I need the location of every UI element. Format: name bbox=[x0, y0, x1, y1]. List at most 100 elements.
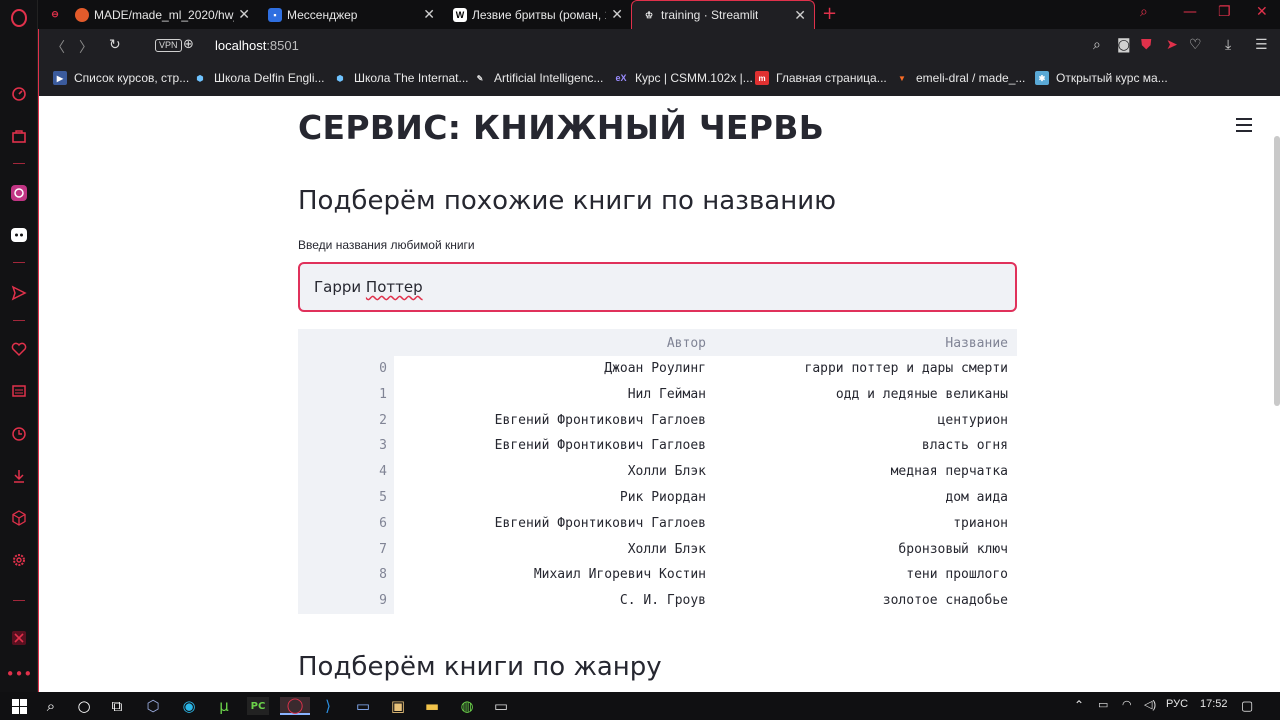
reload-icon[interactable]: ↻ bbox=[109, 37, 121, 53]
volume-icon[interactable]: ◁) bbox=[1144, 698, 1156, 711]
table-row: 9 С. И. Гроув золотое снадобье bbox=[298, 588, 1017, 614]
clock[interactable]: 17:52 bbox=[1200, 698, 1228, 710]
search-tabs-icon[interactable]: ⌕ bbox=[1140, 4, 1148, 20]
column-header-title[interactable]: Название bbox=[945, 336, 1008, 351]
snapshot-camera-icon[interactable]: ◙ bbox=[1117, 37, 1131, 53]
github-favicon-icon bbox=[75, 7, 89, 22]
title-cell: власть огня bbox=[921, 438, 1008, 454]
address-bar: 〈 〉 ↻ VPN ⊕ localhost:8501 ⌕ ◙ ⛊ ➤ ♡ ⤓ ☰ bbox=[38, 29, 1280, 63]
snap-icon[interactable] bbox=[8, 627, 30, 649]
bookmark-item[interactable]: eX Курс | CSMM.102x |... bbox=[614, 71, 752, 85]
search-icon[interactable]: ⌕ bbox=[40, 697, 62, 715]
new-tab-plus-icon[interactable]: + bbox=[822, 3, 837, 24]
app-cube-icon[interactable]: ⬡ bbox=[142, 697, 164, 715]
wifi-icon[interactable]: ◠ bbox=[1122, 698, 1132, 711]
search-page-icon[interactable]: ⌕ bbox=[1093, 37, 1101, 53]
close-tab-icon[interactable]: ✕ bbox=[611, 6, 623, 23]
input-value: Гарри Поттер bbox=[314, 278, 423, 296]
opera-logo-icon[interactable] bbox=[8, 7, 30, 29]
page-scrollbar[interactable] bbox=[1274, 136, 1280, 406]
task-view-icon[interactable]: ⧉ bbox=[106, 697, 128, 715]
tab-0[interactable]: ⊖ MADE/made_ml_2020/hw_ ✕ bbox=[38, 0, 258, 29]
bookmark-item[interactable]: ⬢ Школа The Internat... bbox=[333, 71, 469, 85]
author-cell: Нил Гейман bbox=[627, 386, 706, 402]
shopping-bag-icon[interactable] bbox=[8, 125, 30, 147]
notifications-icon[interactable]: ▢ bbox=[1241, 698, 1253, 714]
opera-taskbar-icon[interactable]: ◯ bbox=[280, 696, 310, 715]
windows-start-icon[interactable] bbox=[8, 697, 30, 715]
tab-1[interactable]: ▪ Мессенджер ✕ bbox=[258, 0, 443, 29]
bookmark-item[interactable]: ✱ Открытый курс ма... bbox=[1035, 71, 1168, 85]
downloads-icon[interactable]: ⤓ bbox=[1225, 37, 1231, 53]
green-app-icon[interactable]: ◍ bbox=[456, 697, 478, 715]
bookmark-item[interactable]: m Главная страница... bbox=[755, 71, 887, 85]
author-cell: С. И. Гроув bbox=[619, 593, 706, 609]
table-row: 3 Евгений Фронтикович Гаглоев власть огня bbox=[298, 433, 1017, 459]
tab-title: Мессенджер bbox=[287, 7, 358, 22]
news-icon[interactable] bbox=[8, 380, 30, 402]
author-cell: Джоан Роулинг bbox=[604, 361, 706, 376]
close-tab-icon[interactable]: ✕ bbox=[423, 6, 435, 23]
utorrent-icon[interactable]: µ bbox=[213, 697, 235, 715]
language-indicator[interactable]: РУС bbox=[1166, 698, 1188, 710]
title-cell: дом аида bbox=[945, 489, 1008, 505]
history-clock-icon[interactable] bbox=[8, 423, 30, 445]
minimize-icon[interactable]: — bbox=[1183, 4, 1197, 20]
settings-gear-icon[interactable] bbox=[8, 549, 30, 571]
bookmark-label: Школа Delfin Engli... bbox=[214, 71, 325, 85]
edge-icon[interactable]: ◉ bbox=[178, 697, 200, 715]
bookmark-item[interactable]: ▼ emeli-dral / made_... bbox=[895, 71, 1025, 85]
file-explorer-icon[interactable]: ▬ bbox=[421, 697, 443, 715]
tab-2[interactable]: W Лезвие бритвы (роман, 19 ✕ bbox=[443, 0, 631, 29]
table-row: 6 Евгений Фронтикович Гаглоев трианон bbox=[298, 511, 1017, 537]
browser-sidebar: ••• bbox=[0, 0, 38, 692]
more-dots-icon[interactable]: ••• bbox=[6, 663, 33, 685]
heart-icon[interactable] bbox=[8, 338, 30, 360]
maximize-icon[interactable]: ❐ bbox=[1218, 4, 1231, 20]
hamburger-menu-icon[interactable] bbox=[1236, 118, 1252, 136]
close-tab-icon[interactable]: ✕ bbox=[238, 6, 250, 23]
adblock-shield-icon[interactable]: ⛊ bbox=[1141, 37, 1152, 53]
flow-send-icon[interactable] bbox=[8, 282, 30, 304]
terminal-icon[interactable]: ▭ bbox=[490, 697, 512, 715]
extensions-cube-icon[interactable] bbox=[8, 507, 30, 529]
tab-title: MADE/made_ml_2020/hw_ bbox=[94, 7, 234, 22]
easy-setup-icon[interactable]: ☰ bbox=[1255, 37, 1268, 53]
bookmark-label: Главная страница... bbox=[776, 71, 887, 85]
instagram-icon[interactable] bbox=[8, 182, 30, 204]
bookmark-heart-icon[interactable]: ♡ bbox=[1189, 37, 1202, 53]
speed-dial-icon[interactable] bbox=[8, 83, 30, 105]
pycharm-icon[interactable]: PC bbox=[247, 697, 269, 715]
bookmark-item[interactable]: ⬢ Школа Delfin Engli... bbox=[193, 71, 325, 85]
download-icon[interactable] bbox=[8, 465, 30, 487]
bookmark-item[interactable]: ▶ Список курсов, стр... bbox=[53, 71, 189, 85]
battery-icon[interactable]: ▭ bbox=[1098, 698, 1108, 711]
title-cell: гарри поттер и дары смерти bbox=[804, 361, 1009, 376]
site-info-globe-icon[interactable]: ⊕ bbox=[183, 37, 194, 52]
vscode-icon[interactable]: ⟩ bbox=[317, 697, 339, 715]
tab-title: Лезвие бритвы (роман, 19 bbox=[472, 7, 606, 22]
index-cell: 9 bbox=[379, 593, 387, 609]
close-window-icon[interactable]: ✕ bbox=[1256, 4, 1268, 20]
flow-send-icon[interactable]: ➤ bbox=[1166, 37, 1178, 53]
forward-icon[interactable]: 〉 bbox=[79, 37, 93, 57]
close-tab-icon[interactable]: ✕ bbox=[794, 7, 806, 24]
index-cell: 4 bbox=[379, 464, 387, 480]
m-logo-icon: m bbox=[755, 71, 769, 85]
app-window-icon[interactable]: ▭ bbox=[352, 697, 374, 715]
cortana-icon[interactable]: ○ bbox=[73, 697, 95, 715]
tab-3-active[interactable]: ♔ training · Streamlit ✕ bbox=[631, 0, 815, 29]
index-cell: 7 bbox=[379, 541, 387, 557]
school-logo-icon: ⬢ bbox=[196, 73, 204, 83]
discord-icon[interactable] bbox=[8, 224, 30, 246]
column-header-author[interactable]: Автор bbox=[667, 336, 706, 351]
url-field[interactable]: localhost:8501 bbox=[215, 38, 299, 53]
package-icon[interactable]: ▣ bbox=[387, 697, 409, 715]
index-cell: 0 bbox=[379, 361, 387, 376]
bookmark-item[interactable]: ✎ Artificial Intelligenc... bbox=[473, 71, 604, 85]
back-icon[interactable]: 〈 bbox=[51, 37, 65, 57]
vpn-badge[interactable]: VPN bbox=[155, 39, 182, 52]
tray-up-arrow-icon[interactable]: ⌃ bbox=[1074, 698, 1084, 712]
table-row: 2 Евгений Фронтикович Гаглоев центурион bbox=[298, 408, 1017, 434]
windows-taskbar: ⌕ ○ ⧉ ⬡ ◉ µ PC ◯ ⟩ ▭ ▣ ▬ ◍ ▭ ⌃ ▭ ◠ ◁) РУ… bbox=[0, 692, 1280, 720]
